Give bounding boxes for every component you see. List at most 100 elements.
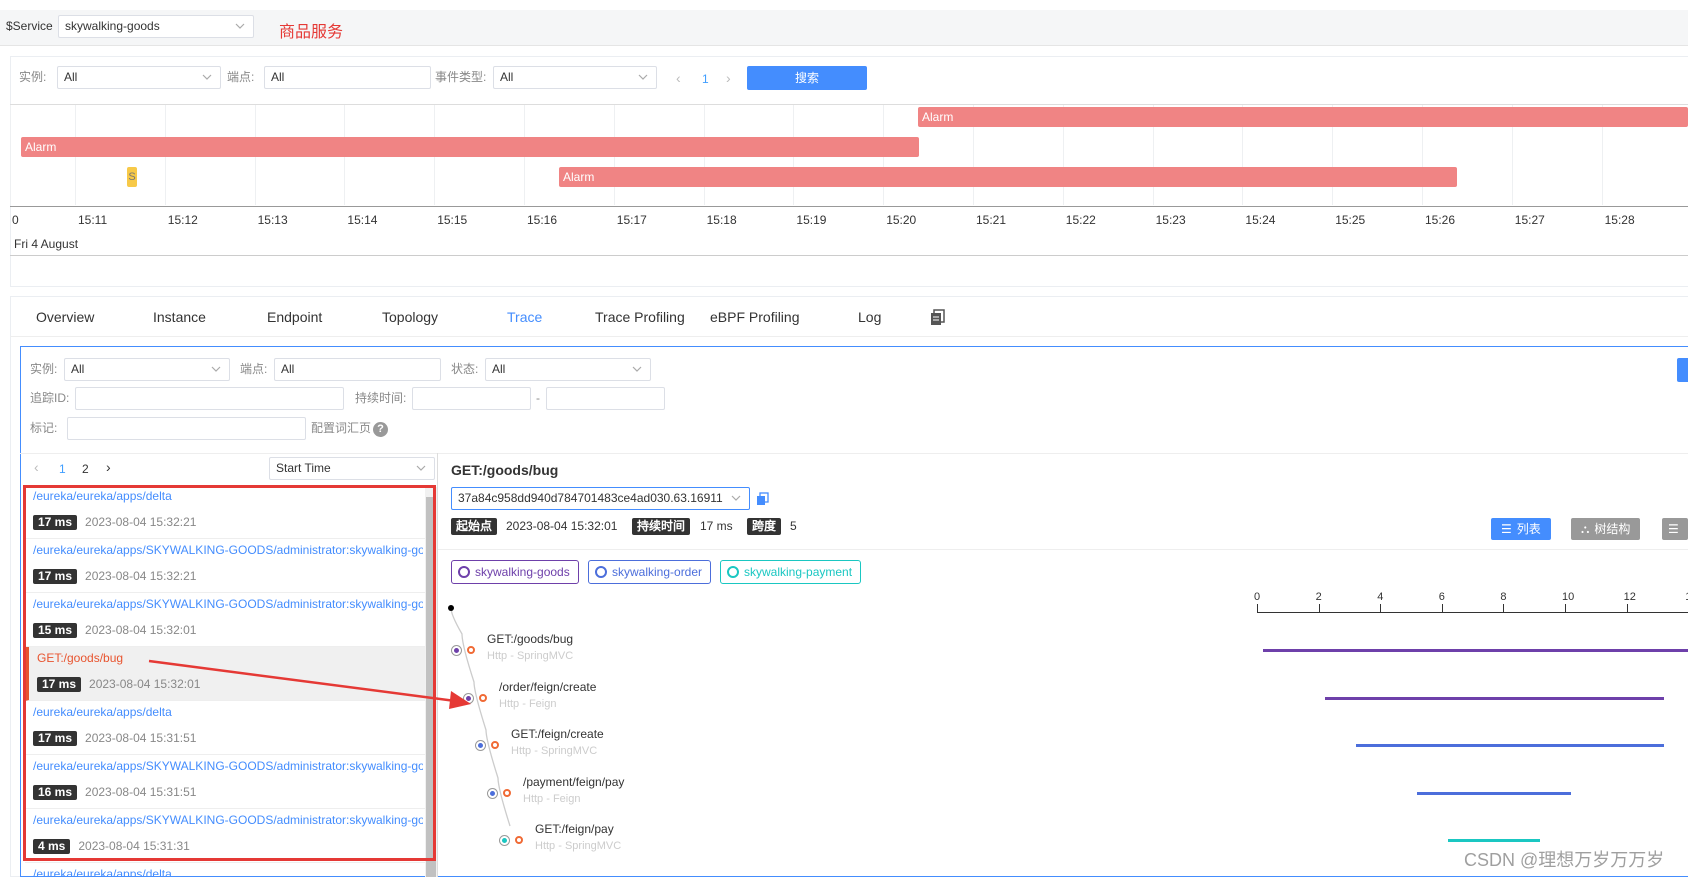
tab-ebpf-profiling[interactable]: eBPF Profiling xyxy=(710,309,799,325)
list-prev-icon[interactable]: ‹ xyxy=(34,459,39,475)
timeline-tick: 15:22 xyxy=(1065,213,1096,227)
alarm-bar-label: Alarm xyxy=(563,170,595,184)
chevron-down-icon xyxy=(235,23,245,29)
tree-view-button[interactable]: ⛬ 树结构 xyxy=(1571,518,1641,540)
event-endpoint-input[interactable]: All xyxy=(264,66,431,89)
tab-bar-border xyxy=(10,336,1688,337)
service-chip[interactable]: skywalking-order xyxy=(588,560,712,584)
span-component: Http - Feign xyxy=(523,792,581,805)
list-view-icon: ☰ xyxy=(1501,522,1512,536)
service-chip-label: skywalking-order xyxy=(612,565,703,579)
help-icon[interactable]: ? xyxy=(373,422,388,437)
alarm-bar[interactable]: Alarm xyxy=(21,137,919,157)
copy-icon[interactable] xyxy=(929,308,947,326)
span-name[interactable]: GET:/goods/bug xyxy=(487,632,573,646)
service-chip[interactable]: skywalking-goods xyxy=(451,560,579,584)
event-instance-select[interactable]: All xyxy=(57,66,221,89)
trace-id-select[interactable]: 37a84c958dd940d784701483ce4ad030.63.1691… xyxy=(451,487,750,510)
timeline-tick: 15:19 xyxy=(796,213,827,227)
trace-endpoint-label: 端点: xyxy=(240,362,268,376)
alarm-bar[interactable]: Alarm xyxy=(559,167,1457,187)
service-chip-label: skywalking-payment xyxy=(744,565,853,579)
duration-min-input[interactable] xyxy=(412,387,531,410)
duration-max-input[interactable] xyxy=(546,387,665,410)
root-dot xyxy=(448,605,454,611)
next-page-icon[interactable]: › xyxy=(726,70,731,86)
span-duration-bar[interactable] xyxy=(1447,839,1541,843)
tab-trace-profiling[interactable]: Trace Profiling xyxy=(595,309,685,325)
span-duration-bar[interactable] xyxy=(1355,744,1664,748)
start-value: 2023-08-04 15:32:01 xyxy=(506,519,618,533)
trace-id-input[interactable] xyxy=(75,387,344,410)
event-type-select[interactable]: All xyxy=(493,66,657,89)
span-expand-icon[interactable] xyxy=(467,646,475,654)
span-duration-bar[interactable] xyxy=(1263,649,1688,652)
trace-endpoint-value: All xyxy=(281,362,295,376)
axis-tick-mark xyxy=(1257,604,1258,612)
service-chip[interactable]: skywalking-payment xyxy=(720,560,862,584)
alarm-bar[interactable]: Alarm xyxy=(918,107,1688,127)
span-expand-icon[interactable] xyxy=(503,788,511,797)
tab-topology[interactable]: Topology xyxy=(382,309,438,325)
trace-instance-select[interactable]: All xyxy=(64,358,230,381)
list-page-2[interactable]: 2 xyxy=(82,462,89,476)
tab-endpoint[interactable]: Endpoint xyxy=(267,309,322,325)
span-duration-bar[interactable] xyxy=(1324,696,1664,700)
search-button[interactable]: 搜索 xyxy=(747,66,867,90)
list-next-icon[interactable]: › xyxy=(106,459,111,475)
list-page-1[interactable]: 1 xyxy=(59,462,66,476)
table-view-button[interactable]: ☰ xyxy=(1662,518,1688,540)
event-type-value: All xyxy=(500,70,514,84)
timeline-tick: 15:11 xyxy=(78,213,108,227)
copy-trace-id-icon[interactable] xyxy=(756,492,770,506)
trace-widget-edge-button[interactable] xyxy=(1677,358,1688,382)
axis-tick-mark xyxy=(1441,604,1443,612)
span-axis-line xyxy=(1257,612,1688,613)
timeline-date: Fri 4 August xyxy=(14,237,79,251)
tag-input[interactable] xyxy=(67,417,306,440)
tab-trace[interactable]: Trace xyxy=(507,309,542,325)
event-instance-label: 实例: xyxy=(19,70,47,84)
config-label[interactable]: 配置词汇页 xyxy=(311,417,371,440)
span-name[interactable]: /payment/feign/pay xyxy=(523,775,624,789)
list-view-button[interactable]: ☰ 列表 xyxy=(1491,518,1551,540)
span-name[interactable]: /order/feign/create xyxy=(499,680,596,694)
span-duration-bar[interactable] xyxy=(1417,791,1572,795)
chevron-down-icon xyxy=(731,495,741,501)
timeline-tick: 15:25 xyxy=(1335,213,1366,227)
prev-page-icon[interactable]: ‹ xyxy=(676,70,681,86)
trace-list-item[interactable]: /eureka/eureka/apps/delta xyxy=(25,863,425,877)
chevron-down-icon xyxy=(638,74,648,80)
event-endpoint-value: All xyxy=(271,70,285,84)
sort-select[interactable]: Start Time xyxy=(269,457,435,480)
tab-log[interactable]: Log xyxy=(858,309,881,325)
tag-label: 标记: xyxy=(30,421,58,435)
span-node-icon[interactable] xyxy=(488,788,497,798)
span-component: Http - Feign xyxy=(499,697,557,710)
ring-icon xyxy=(458,566,470,578)
duration-value: 17 ms xyxy=(700,519,733,533)
timeline-tick: 15:15 xyxy=(437,213,468,227)
timeline-axis xyxy=(10,206,1688,207)
trace-status-select[interactable]: All xyxy=(485,358,651,381)
timeline-tick: 15:21 xyxy=(976,213,1007,227)
service-select[interactable]: skywalking-goods xyxy=(58,15,254,38)
trace-status-value: All xyxy=(492,362,506,376)
span-name[interactable]: GET:/feign/pay xyxy=(535,822,614,836)
axis-tick-label: 4 xyxy=(1377,591,1384,603)
chevron-down-icon xyxy=(211,366,221,372)
timeline-tick: 15:26 xyxy=(1425,213,1456,227)
span-name[interactable]: GET:/feign/create xyxy=(511,727,604,741)
axis-tick-mark xyxy=(1565,604,1566,612)
tab-instance[interactable]: Instance xyxy=(153,309,206,325)
tab-overview[interactable]: Overview xyxy=(36,309,94,325)
event-page-number[interactable]: 1 xyxy=(702,72,709,86)
event-marker[interactable]: S xyxy=(127,167,137,187)
timeline-tick: 15:20 xyxy=(886,213,917,227)
axis-tick-label: 10 xyxy=(1562,591,1575,603)
annotation-text: 商品服务 xyxy=(279,24,344,41)
timeline-tick: 15:12 xyxy=(167,213,198,227)
trace-endpoint-input[interactable]: All xyxy=(274,358,441,381)
span-component: Http - SpringMVC xyxy=(535,840,622,853)
span-node-icon[interactable] xyxy=(452,646,461,655)
